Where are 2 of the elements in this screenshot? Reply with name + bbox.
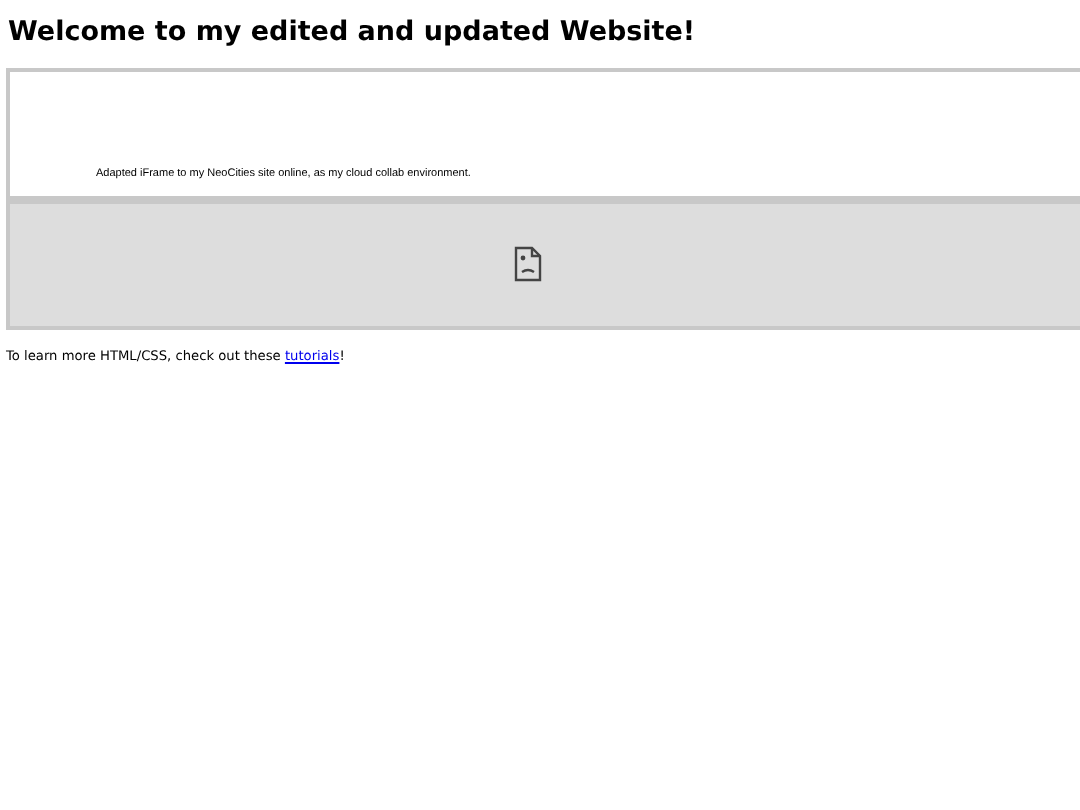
page-heading: Welcome to my edited and updated Website! bbox=[6, 14, 698, 47]
sad-document-icon bbox=[514, 246, 542, 282]
